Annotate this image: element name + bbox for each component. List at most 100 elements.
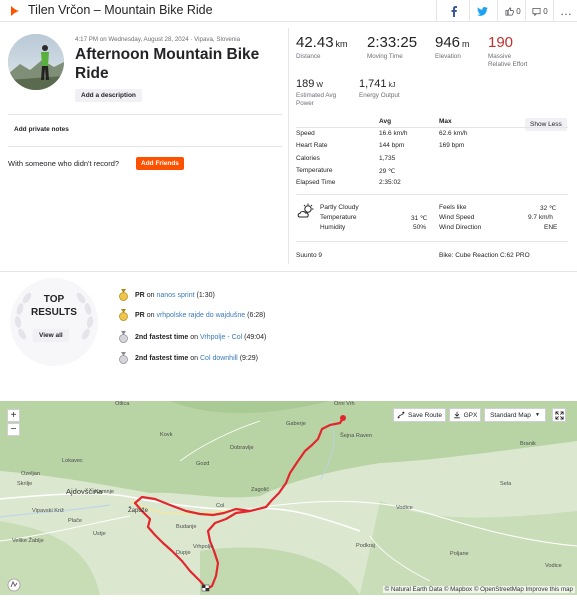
map-place-label: Poljane (450, 551, 469, 557)
divider (296, 241, 568, 242)
weather-condition: Partly Cloudy (320, 204, 359, 211)
device-name: Suunto 9 (296, 252, 323, 259)
map-place-label: Skrilje (17, 481, 33, 487)
power-label-line: Estimated Avg (296, 92, 337, 99)
gpx-download-button[interactable]: GPX (449, 408, 481, 422)
weather-humidity-value: 50% (413, 224, 427, 231)
add-private-notes-button[interactable]: Add private notes (8, 123, 75, 136)
relative-effort-label-line: Massive (488, 53, 512, 60)
view-all-button[interactable]: View all (33, 329, 69, 342)
activity-title-line: Afternoon Mountain Bike (75, 46, 260, 63)
zoom-in-button[interactable]: + (7, 409, 20, 422)
avatar-photo-icon (8, 34, 64, 90)
divider (497, 0, 498, 22)
details-avg-cell: 144 bpm (379, 142, 405, 149)
partly-cloudy-icon (297, 203, 314, 218)
kudos-count: 0 (516, 6, 521, 16)
segment-link[interactable]: Col downhill (200, 355, 238, 362)
energy-unit: kJ (388, 82, 396, 89)
map-place-label: Vrhpolje (193, 544, 214, 550)
weather-temperature-value: 31 ℃ (411, 215, 428, 222)
elevation-label: Elevation (435, 53, 461, 60)
energy-number: 1,741 (359, 78, 387, 90)
energy-label: Energy Output (359, 92, 400, 99)
more-options-button[interactable]: … (558, 2, 574, 20)
map-place-label: Budanje (176, 524, 197, 530)
divider (296, 194, 568, 195)
achievement-row: PR on nanos sprint (1:30) (118, 289, 215, 301)
map-place-label: Col (216, 503, 225, 509)
divider (8, 146, 282, 147)
pr-medal-icon (119, 309, 128, 321)
strava-chevron-icon[interactable] (8, 4, 22, 18)
wind-speed-value: 9.7 km/h (528, 214, 553, 221)
fullscreen-button[interactable] (552, 408, 566, 422)
map-place-label: Kovk (160, 432, 173, 438)
relative-effort-value[interactable]: 190 (488, 34, 513, 51)
distance-label: Distance (296, 53, 321, 60)
moving-time-label: Moving Time (367, 53, 403, 60)
map-place-label: Vodice (396, 505, 413, 511)
divider (469, 0, 470, 22)
mapbox-logo-icon (7, 578, 21, 592)
zoom-out-button[interactable]: − (7, 423, 20, 436)
facebook-share-button[interactable] (444, 2, 464, 20)
map-place-label: Podkraj (356, 543, 375, 549)
elevation-value: 946 m (435, 34, 470, 51)
show-less-button[interactable]: Show Less (525, 118, 567, 131)
twitter-icon (476, 6, 488, 16)
achievement-on: on (190, 333, 199, 341)
map-style-label: Standard Map (490, 411, 531, 419)
achievement-prefix: PR (135, 291, 145, 299)
segment-link[interactable]: nanos sprint (156, 292, 194, 299)
facebook-icon (451, 5, 457, 17)
with-someone-text: With someone who didn't record? (8, 159, 120, 168)
map-attribution[interactable]: © Natural Earth Data © Mapbox © OpenStre… (382, 586, 575, 593)
add-friends-button[interactable]: Add Friends (136, 157, 184, 170)
route-map[interactable]: Otlica Kovk Gozd Lokavec Skrilje Zagolič Vodic… (0, 401, 577, 595)
route-end-marker (201, 584, 210, 592)
map-style-select[interactable]: Standard Map ▼ (484, 408, 546, 422)
map-place-label: Branik (520, 441, 536, 447)
relative-effort-label: Massive Relative Effort (488, 53, 527, 68)
divider (525, 0, 526, 22)
activity-title[interactable]: Afternoon Mountain Bike Ride (75, 45, 275, 83)
gpx-label: GPX (463, 411, 478, 419)
map-place-label: Velike Žablje (12, 538, 44, 544)
power-label: Estimated Avg Power (296, 92, 336, 107)
bike-name[interactable]: Bike: Cube Reaction C:62 PRO (439, 252, 530, 259)
ellipsis-icon: … (560, 4, 572, 18)
divider (296, 127, 568, 128)
achievement-time: (49:04) (244, 333, 267, 341)
achievement-prefix: 2nd fastest time (135, 333, 189, 341)
achievement-prefix: 2nd fastest time (135, 354, 189, 362)
map-town-label: Žapuže (128, 508, 149, 514)
wind-direction-label: Wind Direction (439, 224, 482, 231)
map-place-label: Šejna Raven (340, 433, 373, 439)
achievement-row: PR on vrhpolske rajde do wajdušne (6:28) (118, 309, 265, 321)
add-description-button[interactable]: Add a description (75, 89, 142, 102)
achievement-time: (9:29) (239, 354, 258, 362)
details-label-cell: Temperature (296, 167, 333, 174)
details-max-cell: 169 bpm (439, 142, 465, 149)
top-results-title: RESULTS (31, 307, 77, 318)
save-route-button[interactable]: Save Route (393, 408, 446, 422)
kudos-button[interactable]: 0 (502, 2, 524, 20)
details-label-cell: Elapsed Time (296, 179, 336, 186)
fullscreen-icon (554, 410, 564, 420)
segment-link[interactable]: vrhpolske rajde do wajdušne (156, 312, 245, 319)
divider (288, 28, 289, 264)
twitter-share-button[interactable] (472, 2, 492, 20)
map-place-label: Ozeljan (21, 471, 40, 477)
col-avg-header: Avg (379, 118, 392, 125)
comments-button[interactable]: 0 (529, 2, 551, 20)
athlete-avatar[interactable] (8, 34, 64, 90)
distance-unit: km (335, 39, 348, 49)
divider (436, 0, 437, 22)
laurel-icon (10, 278, 98, 366)
achievement-row: 2nd fastest time on Col downhill (9:29) (118, 352, 258, 364)
segment-link[interactable]: Vrhpolje - Col (200, 334, 242, 341)
route-line (133, 415, 346, 592)
relative-effort-label-line: Relative Effort (488, 60, 528, 68)
details-label-cell: Speed (296, 130, 315, 137)
